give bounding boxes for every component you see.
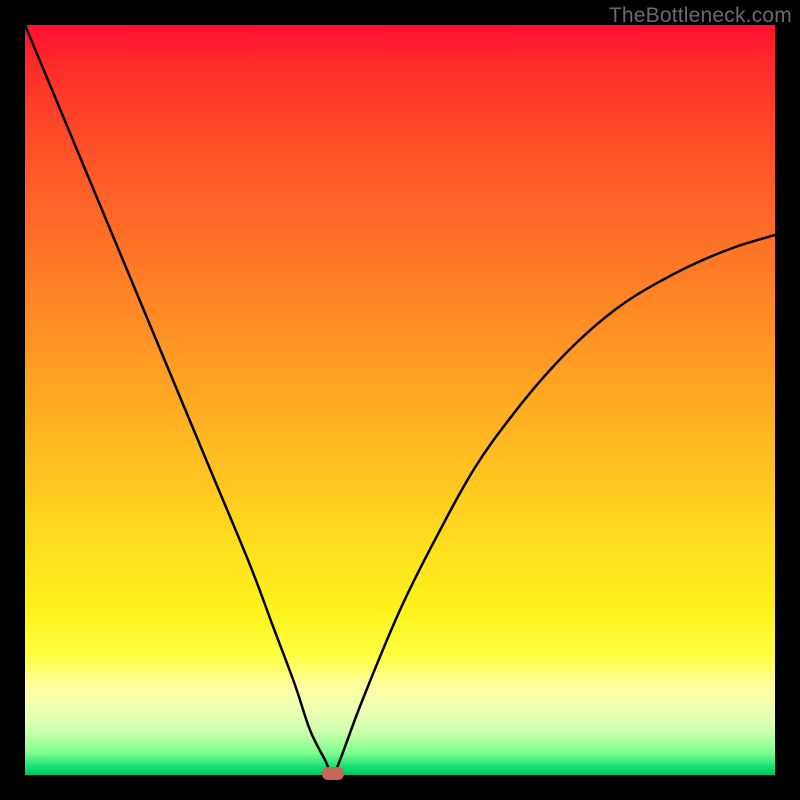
plot-area [25,25,775,775]
chart-frame: TheBottleneck.com [0,0,800,800]
watermark-text: TheBottleneck.com [609,4,792,28]
optimum-marker [322,767,344,780]
bottleneck-curve [25,25,775,775]
